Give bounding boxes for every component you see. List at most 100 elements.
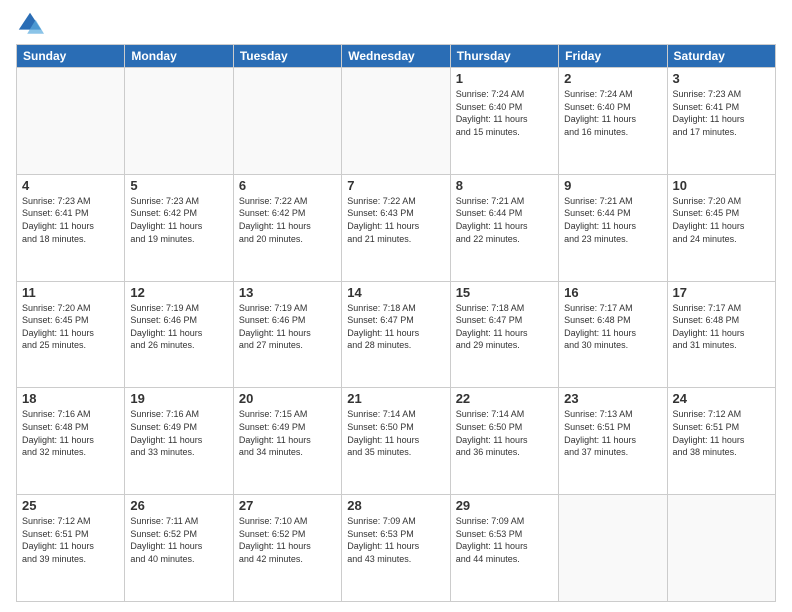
week-row-3: 11Sunrise: 7:20 AM Sunset: 6:45 PM Dayli… [17, 281, 776, 388]
day-info: Sunrise: 7:22 AM Sunset: 6:42 PM Dayligh… [239, 195, 336, 245]
logo [16, 10, 48, 38]
calendar-cell [125, 68, 233, 175]
day-info: Sunrise: 7:20 AM Sunset: 6:45 PM Dayligh… [673, 195, 770, 245]
calendar-cell: 6 Sunrise: 7:22 AM Sunset: 6:42 PM Daylig… [233, 174, 341, 281]
day-info: Sunrise: 7:23 AM Sunset: 6:41 PM Dayligh… [22, 195, 119, 245]
header [16, 10, 776, 38]
day-info: Sunrise: 7:15 AM Sunset: 6:49 PM Dayligh… [239, 408, 336, 458]
day-number: 25 [22, 498, 119, 513]
day-info: Sunrise: 7:19 AM Sunset: 6:46 PM Dayligh… [239, 302, 336, 352]
day-number: 10 [673, 178, 770, 193]
week-row-5: 25 Sunrise: 7:12 AM Sunset: 6:51 PM Dayli… [17, 495, 776, 602]
calendar-cell: 9 Sunrise: 7:21 AM Sunset: 6:44 PM Daylig… [559, 174, 667, 281]
day-number: 23 [564, 391, 661, 406]
calendar-cell: 18 Sunrise: 7:16 AM Sunset: 6:48 PM Dayli… [17, 388, 125, 495]
day-number: 27 [239, 498, 336, 513]
day-info: Sunrise: 7:23 AM Sunset: 6:41 PM Dayligh… [673, 88, 770, 138]
day-number: 13 [239, 285, 336, 300]
weekday-header-row: SundayMondayTuesdayWednesdayThursdayFrid… [17, 45, 776, 68]
weekday-header-sunday: Sunday [17, 45, 125, 68]
calendar-cell: 22Sunrise: 7:14 AM Sunset: 6:50 PM Dayli… [450, 388, 558, 495]
day-number: 15 [456, 285, 553, 300]
day-number: 8 [456, 178, 553, 193]
day-number: 24 [673, 391, 770, 406]
calendar-cell: 21Sunrise: 7:14 AM Sunset: 6:50 PM Dayli… [342, 388, 450, 495]
calendar-cell: 5Sunrise: 7:23 AM Sunset: 6:42 PM Daylig… [125, 174, 233, 281]
calendar-cell [17, 68, 125, 175]
calendar-cell [233, 68, 341, 175]
calendar-cell: 7Sunrise: 7:22 AM Sunset: 6:43 PM Daylig… [342, 174, 450, 281]
day-number: 4 [22, 178, 119, 193]
calendar-cell: 15 Sunrise: 7:18 AM Sunset: 6:47 PM Dayli… [450, 281, 558, 388]
day-number: 26 [130, 498, 227, 513]
day-number: 9 [564, 178, 661, 193]
day-info: Sunrise: 7:18 AM Sunset: 6:47 PM Dayligh… [456, 302, 553, 352]
calendar-cell: 26Sunrise: 7:11 AM Sunset: 6:52 PM Dayli… [125, 495, 233, 602]
calendar-cell [559, 495, 667, 602]
day-number: 3 [673, 71, 770, 86]
day-info: Sunrise: 7:12 AM Sunset: 6:51 PM Dayligh… [673, 408, 770, 458]
calendar-cell: 8 Sunrise: 7:21 AM Sunset: 6:44 PM Daylig… [450, 174, 558, 281]
week-row-1: 1 Sunrise: 7:24 AM Sunset: 6:40 PM Daylig… [17, 68, 776, 175]
day-info: Sunrise: 7:09 AM Sunset: 6:53 PM Dayligh… [456, 515, 553, 565]
day-info: Sunrise: 7:16 AM Sunset: 6:49 PM Dayligh… [130, 408, 227, 458]
calendar-cell: 25 Sunrise: 7:12 AM Sunset: 6:51 PM Dayli… [17, 495, 125, 602]
day-number: 11 [22, 285, 119, 300]
calendar-cell: 17Sunrise: 7:17 AM Sunset: 6:48 PM Dayli… [667, 281, 775, 388]
day-number: 7 [347, 178, 444, 193]
calendar-cell: 10 Sunrise: 7:20 AM Sunset: 6:45 PM Dayli… [667, 174, 775, 281]
calendar-cell: 12 Sunrise: 7:19 AM Sunset: 6:46 PM Dayli… [125, 281, 233, 388]
page: SundayMondayTuesdayWednesdayThursdayFrid… [0, 0, 792, 612]
calendar-cell: 28 Sunrise: 7:09 AM Sunset: 6:53 PM Dayli… [342, 495, 450, 602]
day-info: Sunrise: 7:10 AM Sunset: 6:52 PM Dayligh… [239, 515, 336, 565]
calendar-cell: 3 Sunrise: 7:23 AM Sunset: 6:41 PM Daylig… [667, 68, 775, 175]
calendar-cell: 27 Sunrise: 7:10 AM Sunset: 6:52 PM Dayli… [233, 495, 341, 602]
day-info: Sunrise: 7:13 AM Sunset: 6:51 PM Dayligh… [564, 408, 661, 458]
day-number: 28 [347, 498, 444, 513]
day-number: 1 [456, 71, 553, 86]
calendar-cell [342, 68, 450, 175]
logo-icon [16, 10, 44, 38]
weekday-header-wednesday: Wednesday [342, 45, 450, 68]
calendar-cell: 2Sunrise: 7:24 AM Sunset: 6:40 PM Daylig… [559, 68, 667, 175]
day-number: 17 [673, 285, 770, 300]
calendar-cell: 19 Sunrise: 7:16 AM Sunset: 6:49 PM Dayli… [125, 388, 233, 495]
day-info: Sunrise: 7:24 AM Sunset: 6:40 PM Dayligh… [456, 88, 553, 138]
weekday-header-monday: Monday [125, 45, 233, 68]
day-number: 16 [564, 285, 661, 300]
calendar-cell: 24 Sunrise: 7:12 AM Sunset: 6:51 PM Dayli… [667, 388, 775, 495]
calendar-cell: 11Sunrise: 7:20 AM Sunset: 6:45 PM Dayli… [17, 281, 125, 388]
calendar-cell: 13 Sunrise: 7:19 AM Sunset: 6:46 PM Dayli… [233, 281, 341, 388]
day-number: 6 [239, 178, 336, 193]
day-info: Sunrise: 7:21 AM Sunset: 6:44 PM Dayligh… [456, 195, 553, 245]
weekday-header-friday: Friday [559, 45, 667, 68]
day-info: Sunrise: 7:24 AM Sunset: 6:40 PM Dayligh… [564, 88, 661, 138]
calendar-cell: 4 Sunrise: 7:23 AM Sunset: 6:41 PM Daylig… [17, 174, 125, 281]
day-info: Sunrise: 7:21 AM Sunset: 6:44 PM Dayligh… [564, 195, 661, 245]
day-number: 19 [130, 391, 227, 406]
week-row-4: 18 Sunrise: 7:16 AM Sunset: 6:48 PM Dayli… [17, 388, 776, 495]
calendar-cell: 20 Sunrise: 7:15 AM Sunset: 6:49 PM Dayli… [233, 388, 341, 495]
calendar-cell: 29 Sunrise: 7:09 AM Sunset: 6:53 PM Dayli… [450, 495, 558, 602]
day-info: Sunrise: 7:16 AM Sunset: 6:48 PM Dayligh… [22, 408, 119, 458]
day-number: 18 [22, 391, 119, 406]
week-row-2: 4 Sunrise: 7:23 AM Sunset: 6:41 PM Daylig… [17, 174, 776, 281]
day-number: 12 [130, 285, 227, 300]
weekday-header-saturday: Saturday [667, 45, 775, 68]
day-number: 29 [456, 498, 553, 513]
day-info: Sunrise: 7:19 AM Sunset: 6:46 PM Dayligh… [130, 302, 227, 352]
day-number: 14 [347, 285, 444, 300]
day-info: Sunrise: 7:09 AM Sunset: 6:53 PM Dayligh… [347, 515, 444, 565]
day-number: 21 [347, 391, 444, 406]
calendar-cell: 1 Sunrise: 7:24 AM Sunset: 6:40 PM Daylig… [450, 68, 558, 175]
weekday-header-tuesday: Tuesday [233, 45, 341, 68]
day-number: 20 [239, 391, 336, 406]
calendar-cell: 14 Sunrise: 7:18 AM Sunset: 6:47 PM Dayli… [342, 281, 450, 388]
day-number: 5 [130, 178, 227, 193]
day-info: Sunrise: 7:12 AM Sunset: 6:51 PM Dayligh… [22, 515, 119, 565]
day-info: Sunrise: 7:17 AM Sunset: 6:48 PM Dayligh… [564, 302, 661, 352]
day-number: 22 [456, 391, 553, 406]
day-info: Sunrise: 7:18 AM Sunset: 6:47 PM Dayligh… [347, 302, 444, 352]
calendar-cell: 16 Sunrise: 7:17 AM Sunset: 6:48 PM Dayli… [559, 281, 667, 388]
calendar-cell [667, 495, 775, 602]
